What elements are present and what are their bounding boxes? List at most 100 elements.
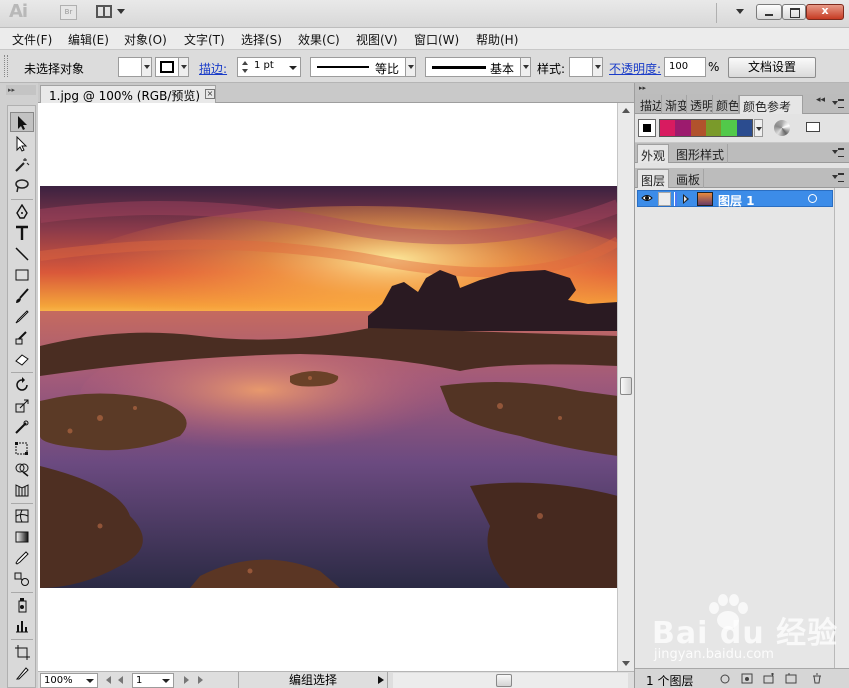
menu-effect[interactable]: 效果(C) — [298, 31, 340, 48]
tab-color-guide[interactable]: 颜色参考 — [739, 95, 803, 114]
base-color-swatch[interactable] — [638, 119, 656, 137]
layers-scrollbar[interactable] — [834, 188, 849, 668]
control-bar-grip[interactable] — [4, 55, 8, 77]
horizontal-scroll-thumb[interactable] — [496, 674, 512, 687]
visibility-eye-icon[interactable] — [641, 193, 653, 203]
free-transform-tool[interactable] — [10, 438, 34, 458]
first-artboard-icon[interactable] — [106, 676, 111, 684]
layer-name[interactable]: 图层 1 — [718, 192, 755, 209]
vertical-scroll-thumb[interactable] — [620, 377, 632, 395]
target-circle-icon[interactable] — [808, 194, 817, 203]
blend-tool[interactable] — [10, 569, 34, 589]
stroke-weight-field[interactable]: 1 pt — [237, 57, 301, 77]
locate-object-icon[interactable] — [719, 673, 731, 684]
zoom-dropdown[interactable]: 100% — [40, 673, 98, 688]
document-tab[interactable]: 1.jpg @ 100% (RGB/预览) × — [40, 85, 216, 103]
paintbrush-tool[interactable] — [10, 286, 34, 306]
harmony-swatch[interactable] — [736, 120, 752, 136]
menu-file[interactable]: 文件(F) — [12, 31, 52, 48]
menu-select[interactable]: 选择(S) — [241, 31, 282, 48]
scroll-down-icon[interactable] — [622, 661, 630, 666]
rotate-tool[interactable] — [10, 375, 34, 395]
harmony-swatch[interactable] — [690, 120, 706, 136]
menu-edit[interactable]: 编辑(E) — [68, 31, 109, 48]
next-artboard-icon[interactable] — [184, 676, 189, 684]
column-graph-tool[interactable] — [10, 616, 34, 636]
panel-menu-icon[interactable] — [832, 148, 844, 157]
tab-transparency[interactable]: 透明 — [687, 95, 713, 114]
tab-graphic-styles[interactable]: 图形样式 — [673, 144, 729, 163]
slice-tool[interactable] — [10, 663, 34, 683]
direct-selection-tool[interactable] — [10, 134, 34, 154]
document-setup-button[interactable]: 文档设置 — [728, 57, 816, 78]
bridge-button[interactable]: Br — [60, 5, 77, 20]
toolbox-collapse-button[interactable]: ▸▸ — [6, 85, 36, 95]
close-button[interactable]: x — [806, 4, 844, 20]
trash-icon[interactable] — [811, 673, 823, 684]
scroll-up-icon[interactable] — [622, 108, 630, 113]
magic-wand-tool[interactable] — [10, 155, 34, 175]
line-segment-tool[interactable] — [10, 244, 34, 264]
blob-brush-tool[interactable] — [10, 328, 34, 348]
graphic-style-dropdown[interactable] — [569, 57, 603, 77]
close-tab-button[interactable]: × — [205, 89, 215, 99]
panel-dock-collapse-button[interactable]: ▸▸ — [635, 83, 849, 94]
workspace-switcher-button[interactable] — [736, 9, 744, 14]
panel-menu-icon[interactable] — [832, 173, 844, 182]
menu-view[interactable]: 视图(V) — [356, 31, 398, 48]
menu-help[interactable]: 帮助(H) — [476, 31, 518, 48]
harmony-swatch[interactable] — [675, 120, 691, 136]
arrange-documents-button[interactable] — [96, 5, 126, 20]
harmony-swatch[interactable] — [721, 120, 737, 136]
harmony-rules-dropdown[interactable] — [754, 119, 763, 137]
gradient-tool[interactable] — [10, 527, 34, 547]
lasso-tool[interactable] — [10, 176, 34, 196]
menu-object[interactable]: 对象(O) — [124, 31, 167, 48]
stroke-panel-link[interactable]: 描边: — [199, 60, 227, 77]
placed-image[interactable] — [40, 186, 618, 588]
tab-gradient[interactable]: 渐变 — [662, 95, 687, 114]
selection-tool[interactable] — [10, 112, 34, 132]
tab-artboards[interactable]: 画板 — [673, 169, 705, 188]
variable-width-profile-dropdown[interactable]: 等比 — [310, 57, 416, 77]
lock-toggle[interactable] — [658, 192, 671, 206]
collapse-panel-icon[interactable]: ◂◂ — [816, 95, 825, 105]
layer-row[interactable]: 图层 1 — [637, 190, 833, 209]
panel-menu-icon[interactable] — [832, 99, 844, 108]
new-sublayer-icon[interactable] — [763, 673, 775, 684]
shape-builder-tool[interactable] — [10, 459, 34, 479]
eraser-tool[interactable] — [10, 349, 34, 369]
fill-color-dropdown[interactable] — [118, 57, 152, 77]
harmony-swatch[interactable] — [660, 120, 676, 136]
opacity-input[interactable]: 100 — [664, 57, 706, 77]
brush-definition-dropdown[interactable]: 基本 — [425, 57, 531, 77]
status-menu[interactable]: 编组选择 — [238, 672, 388, 688]
expand-triangle-icon[interactable] — [683, 194, 689, 204]
menu-type[interactable]: 文字(T) — [184, 31, 225, 48]
new-layer-icon[interactable] — [785, 673, 797, 684]
clipping-mask-icon[interactable] — [741, 673, 753, 684]
maximize-button[interactable] — [782, 4, 806, 20]
stroke-color-dropdown[interactable] — [155, 57, 189, 77]
tab-stroke[interactable]: 描边 — [637, 95, 662, 114]
last-artboard-icon[interactable] — [198, 676, 203, 684]
eyedropper-tool[interactable] — [10, 548, 34, 568]
save-color-group-icon[interactable] — [806, 122, 820, 132]
previous-artboard-icon[interactable] — [118, 676, 123, 684]
artboard-number-dropdown[interactable]: 1 — [132, 673, 174, 688]
minimize-button[interactable] — [756, 4, 782, 20]
mesh-tool[interactable] — [10, 506, 34, 526]
harmony-colors-strip[interactable] — [659, 119, 753, 137]
scale-tool[interactable] — [10, 396, 34, 416]
pen-tool[interactable] — [10, 202, 34, 222]
tab-appearance[interactable]: 外观 — [637, 144, 670, 163]
rectangle-tool[interactable] — [10, 265, 34, 285]
edit-colors-icon[interactable] — [774, 120, 790, 136]
artboard-tool[interactable] — [10, 642, 34, 662]
vertical-scrollbar[interactable] — [617, 103, 634, 671]
tab-layers[interactable]: 图层 — [637, 169, 670, 188]
warp-tool[interactable] — [10, 417, 34, 437]
horizontal-scrollbar[interactable] — [393, 673, 628, 688]
symbol-sprayer-tool[interactable] — [10, 595, 34, 615]
pencil-tool[interactable] — [10, 307, 34, 327]
